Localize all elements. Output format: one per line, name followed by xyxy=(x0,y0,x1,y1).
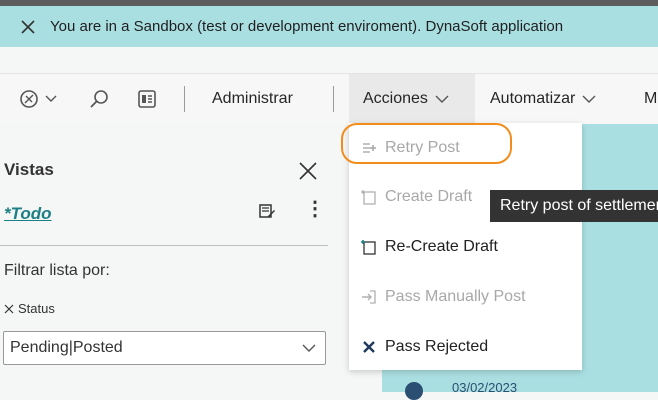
menu-item-label: Pass Manually Post xyxy=(385,288,526,305)
chevron-down-icon xyxy=(302,344,316,352)
automatizar-menu[interactable]: Automatizar xyxy=(490,74,597,124)
chevron-down-icon xyxy=(582,95,596,103)
copilot-dropdown-button[interactable] xyxy=(18,74,58,124)
menu-item-create-draft[interactable]: Create Draft xyxy=(361,182,472,212)
search-icon xyxy=(90,90,108,108)
menu-item-re-create-draft[interactable]: Re-Create Draft xyxy=(361,232,498,262)
create-draft-icon xyxy=(361,190,376,205)
toolbar-divider xyxy=(333,86,334,112)
open-in-window-button[interactable] xyxy=(136,74,158,124)
close-icon[interactable] xyxy=(20,19,36,35)
filter-field-name: Status xyxy=(18,301,55,316)
administrar-menu[interactable]: Administrar xyxy=(212,74,293,124)
chevron-down-icon xyxy=(45,95,57,102)
view-todo-link[interactable]: *Todo xyxy=(4,204,52,224)
acciones-label: Acciones xyxy=(363,90,428,107)
more-menu[interactable]: M xyxy=(644,74,657,124)
filter-label: Filtrar lista por: xyxy=(4,262,110,279)
filter-value-text: Pending|Posted xyxy=(10,339,123,356)
close-panel-icon[interactable] xyxy=(298,161,318,181)
save-view-icon[interactable] xyxy=(257,201,277,221)
menu-item-pass-rejected[interactable]: Pass Rejected xyxy=(361,332,488,362)
chevron-down-icon xyxy=(435,95,449,103)
automatizar-label: Automatizar xyxy=(490,90,576,107)
acciones-menu[interactable]: Acciones xyxy=(363,74,450,124)
divider xyxy=(0,245,328,246)
menu-item-label: Pass Rejected xyxy=(385,338,489,355)
copilot-icon xyxy=(20,90,38,108)
sandbox-banner-text: You are in a Sandbox (test or developmen… xyxy=(50,18,564,35)
toolbar-divider xyxy=(184,86,185,112)
sandbox-banner: You are in a Sandbox (test or developmen… xyxy=(0,6,658,47)
menu-item-pass-manually-post[interactable]: Pass Manually Post xyxy=(361,282,526,312)
sign-in-icon xyxy=(362,290,376,304)
more-options-icon[interactable]: ⋮ xyxy=(305,199,325,219)
menu-item-label: Create Draft xyxy=(385,188,473,205)
row-indicator-icon xyxy=(405,382,423,400)
close-icon xyxy=(363,341,375,353)
highlight-ring xyxy=(341,123,512,164)
filter-value-select[interactable]: Pending|Posted xyxy=(3,331,326,365)
panel-title: Vistas xyxy=(4,160,54,179)
re-create-draft-icon xyxy=(361,240,376,255)
tooltip: Retry post of settlement xyxy=(490,190,658,222)
remove-filter-icon[interactable] xyxy=(4,304,14,314)
search-button[interactable] xyxy=(88,74,110,124)
filter-field-chip[interactable]: Status xyxy=(4,301,55,316)
action-bar: Administrar Acciones Automatizar M xyxy=(0,73,658,124)
menu-item-label: Re-Create Draft xyxy=(385,238,498,255)
spacer xyxy=(0,47,658,73)
window-icon xyxy=(138,90,156,108)
row-date: 03/02/2023 xyxy=(452,380,518,395)
